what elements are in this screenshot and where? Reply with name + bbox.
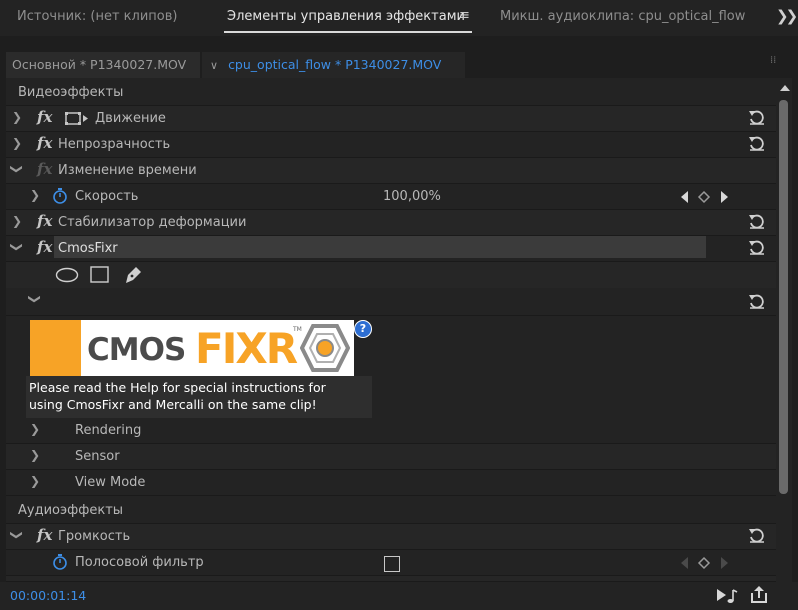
reset-icon[interactable]	[748, 238, 766, 256]
prev-keyframe-icon	[681, 557, 688, 569]
effect-row-cmosfixr[interactable]: ❯ fx CmosFixr	[6, 236, 776, 262]
group-label-sensor: Sensor	[75, 449, 120, 464]
property-row-bypass[interactable]: Полосовой фильтр	[6, 550, 776, 576]
fx-icon: fx	[37, 160, 53, 178]
help-icon[interactable]: ?	[354, 320, 372, 338]
ellipse-mask-icon[interactable]	[55, 267, 79, 283]
stopwatch-icon[interactable]	[52, 554, 68, 570]
cmosfixr-group-row[interactable]: ❯	[6, 288, 776, 316]
panel-footer: 00:00:01:14	[0, 582, 798, 610]
sequence-clip-label: cpu_optical_flow * P1340027.MOV	[228, 57, 442, 72]
fx-icon[interactable]: fx	[37, 212, 52, 230]
transform-icon[interactable]	[65, 112, 89, 126]
reset-icon[interactable]	[748, 212, 766, 230]
help-line-2: using CmosFixr and Mercalli on the same …	[29, 397, 317, 412]
scrollbar-thumb[interactable]	[779, 100, 788, 494]
effect-controls-panel: Основной * P1340027.MOV ∨ cpu_optical_flo…	[6, 52, 792, 582]
group-row-rendering[interactable]: ❯ Rendering	[6, 418, 776, 444]
property-label-bypass: Полосовой фильтр	[75, 555, 204, 570]
effect-row-volume[interactable]: ❯ fx Громкость	[6, 524, 776, 550]
current-timecode[interactable]: 00:00:01:14	[10, 588, 86, 603]
reset-icon[interactable]	[748, 108, 766, 126]
logo-hexagon-icon	[300, 324, 350, 372]
active-tab-underline	[224, 31, 472, 33]
tab-audio-mixer[interactable]: Микш. аудиоклипа: cpu_optical_flow	[500, 9, 745, 24]
effect-row-opacity[interactable]: ❯ fx Непрозрачность	[6, 132, 776, 158]
group-label-rendering: Rendering	[75, 423, 142, 438]
tab-source[interactable]: Источник: (нет клипов)	[17, 9, 177, 24]
property-label-speed: Скорость	[75, 189, 139, 204]
group-row-sensor[interactable]: ❯ Sensor	[6, 444, 776, 470]
expand-icon[interactable]: ❯	[30, 474, 40, 488]
more-tabs-icon[interactable]: ❯❯	[776, 7, 798, 25]
prev-keyframe-icon	[681, 191, 688, 203]
audio-effects-header: Аудиоэффекты	[6, 498, 776, 524]
scroll-up-icon[interactable]	[780, 85, 790, 91]
expand-icon[interactable]: ❯	[12, 136, 22, 150]
logo-orange-bar	[30, 320, 81, 376]
reset-icon[interactable]	[748, 526, 766, 544]
fx-icon[interactable]: fx	[37, 134, 52, 152]
fx-icon[interactable]: fx	[37, 526, 52, 544]
collapse-icon[interactable]: ❯	[10, 530, 24, 540]
help-line-1: Please read the Help for special instruc…	[29, 380, 326, 395]
video-effects-header: Видеоэффекты	[6, 80, 776, 106]
stopwatch-icon[interactable]	[52, 188, 68, 204]
chevron-down-icon: ∨	[210, 59, 219, 72]
effect-row-time-remap[interactable]: ❯ fx Изменение времени	[6, 158, 776, 184]
expand-icon[interactable]: ❯	[30, 188, 40, 202]
logo-text-cmos: CMOS	[87, 332, 186, 368]
audio-effects-label: Аудиоэффекты	[18, 503, 124, 518]
add-keyframe-icon	[697, 190, 711, 204]
reset-icon[interactable]	[748, 292, 766, 310]
grip-icon[interactable]: ⁞⁞	[770, 55, 780, 71]
expand-icon[interactable]: ❯	[12, 214, 22, 228]
fx-icon[interactable]: fx	[37, 238, 52, 256]
rectangle-mask-icon[interactable]	[90, 266, 110, 284]
effect-row-motion[interactable]: ❯ fx Движение	[6, 106, 776, 132]
group-label-view-mode: View Mode	[75, 475, 146, 490]
bypass-checkbox[interactable]	[384, 556, 400, 572]
effect-label-opacity: Непрозрачность	[58, 137, 171, 152]
help-message: Please read the Help for special instruc…	[29, 379, 326, 413]
collapse-icon[interactable]: ❯	[28, 294, 42, 304]
cmosfixr-logo: CMOS FIXR TM	[30, 320, 354, 376]
export-icon[interactable]	[749, 585, 769, 605]
effect-label-cmosfixr: CmosFixr	[58, 241, 118, 256]
speed-value[interactable]: 100,00%	[383, 189, 441, 204]
fx-icon[interactable]: fx	[37, 108, 52, 126]
keyframe-navigator	[681, 556, 728, 570]
effect-label-motion: Движение	[95, 111, 166, 126]
help-message-box: Please read the Help for special instruc…	[26, 376, 372, 418]
collapse-icon[interactable]: ❯	[10, 164, 24, 174]
play-audio-icon[interactable]	[716, 587, 738, 605]
property-row-speed[interactable]: ❯ Скорость 100,00%	[6, 184, 776, 210]
panel-tab-bar: Источник: (нет клипов) Элементы управлен…	[0, 0, 798, 36]
expand-icon[interactable]: ❯	[12, 110, 22, 124]
group-row-view-mode[interactable]: ❯ View Mode	[6, 470, 776, 496]
reset-icon[interactable]	[748, 134, 766, 152]
effect-label-warp: Стабилизатор деформации	[58, 215, 247, 230]
effect-label-time-remap: Изменение времени	[58, 163, 197, 178]
next-keyframe-icon	[721, 557, 728, 569]
pen-mask-icon[interactable]	[123, 265, 143, 285]
mask-tools-row	[6, 262, 776, 290]
add-keyframe-icon	[697, 556, 711, 570]
collapse-icon[interactable]: ❯	[10, 242, 24, 252]
sequence-clip-tab[interactable]: ∨ cpu_optical_flow * P1340027.MOV	[202, 52, 465, 78]
video-effects-label: Видеоэффекты	[18, 85, 124, 100]
clip-tabs: Основной * P1340027.MOV ∨ cpu_optical_flo…	[6, 52, 792, 78]
tab-effect-controls[interactable]: Элементы управления эффектами	[227, 9, 465, 24]
effect-row-warp-stabilizer[interactable]: ❯ fx Стабилизатор деформации	[6, 210, 776, 236]
expand-icon[interactable]: ❯	[30, 422, 40, 436]
effect-label-volume: Громкость	[58, 529, 131, 544]
master-clip-tab[interactable]: Основной * P1340027.MOV	[6, 52, 200, 78]
keyframe-navigator	[681, 190, 728, 204]
panel-menu-icon[interactable]: ≡	[459, 8, 470, 23]
next-keyframe-icon	[721, 191, 728, 203]
expand-icon[interactable]: ❯	[30, 448, 40, 462]
selected-effect-highlight	[54, 236, 706, 258]
logo-text-fixr: FIXR	[195, 324, 298, 373]
